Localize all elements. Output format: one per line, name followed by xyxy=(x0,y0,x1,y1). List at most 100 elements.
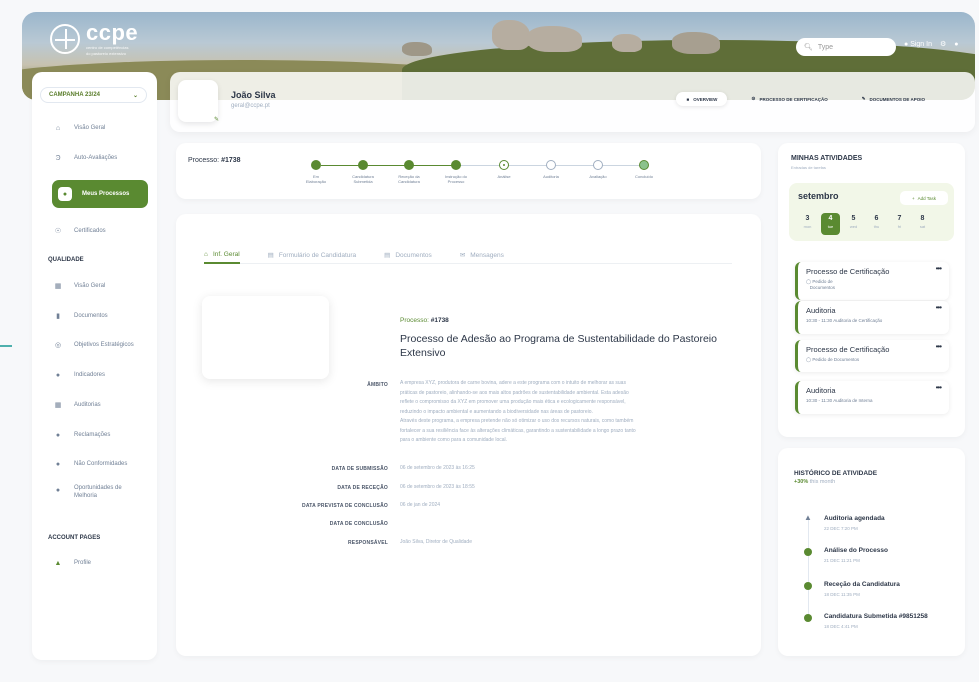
value-rececao: 06 de setembro de 2023 às 18:55 xyxy=(400,484,475,490)
sidebar-item-documentos[interactable]: ▮ Documentos xyxy=(32,309,157,323)
tab-inf-geral[interactable]: ⌂ Inf. Geral xyxy=(204,246,240,264)
activity-item[interactable]: Processo de Certificação ◯ Pedido de Doc… xyxy=(795,262,949,300)
section-account: ACCOUNT PAGES xyxy=(48,535,101,541)
process-label: Processo: #1738 xyxy=(188,157,241,164)
sidebar-item-reclamacoes[interactable]: ● Reclamações xyxy=(32,428,157,442)
edit-icon: ✎ xyxy=(214,117,220,123)
rock-shape xyxy=(612,34,642,52)
calendar-day[interactable]: 5 wed xyxy=(844,213,863,235)
label-rececao: DATA DE RECEÇÃO xyxy=(337,485,388,491)
label-prevista: DATA PREVISTA DE CONCLUSÃO xyxy=(302,503,388,509)
process-stepper: Processo: #1738 Em Elaboração Candidatura… xyxy=(176,143,761,199)
pen-icon: ✎ xyxy=(861,96,866,101)
sidebar-item-objetivos[interactable]: ◎ Objetivos Estratégicos xyxy=(32,338,157,352)
process-image xyxy=(202,296,329,379)
tab-formulario[interactable]: ▤ Formulário de Candidatura xyxy=(268,246,356,264)
add-task-button[interactable]: + Add Task xyxy=(900,191,948,205)
step: Concluído xyxy=(614,160,674,179)
more-icon[interactable]: ••• xyxy=(936,342,942,351)
profile-card: ✎ João Silva geral@ccpe.pt ■ OVERVIEW ⚙ PR… xyxy=(170,72,975,132)
calendar-month: setembro xyxy=(798,191,839,201)
tab-mensagens[interactable]: ✉ Mensagens xyxy=(460,246,504,264)
logo-text: ccpe xyxy=(86,20,139,45)
more-icon[interactable]: ••• xyxy=(936,264,942,273)
calendar-day[interactable]: 3 mon xyxy=(798,213,817,235)
detail-tabs: ⌂ Inf. Geral ▤ Formulário de Candidatura ▤… xyxy=(204,246,732,264)
activity-item[interactable]: Processo de Certificação ◯ Pedido de Doc… xyxy=(795,340,949,372)
target-icon: ◎ xyxy=(54,342,62,349)
tab-documentos[interactable]: ▤ Documentos xyxy=(384,246,432,264)
calendar: setembro + Add Task 3 mon 4 tue 5 wed 6 thu 7… xyxy=(789,183,954,241)
chevron-down-icon: ⌄ xyxy=(132,92,138,99)
avatar[interactable]: ✎ xyxy=(178,80,220,123)
sidebar-item-profile[interactable]: ▲ Profile xyxy=(32,556,157,570)
settings-icon[interactable]: ⚙ xyxy=(940,40,946,48)
activities-subtitle: Entradas de tarefas xyxy=(791,165,826,170)
timeline-dot xyxy=(804,548,812,556)
user-email: geral@ccpe.pt xyxy=(231,103,270,109)
tab-documentos-apoio[interactable]: ✎ DOCUMENTOS DE APOIO xyxy=(852,92,935,106)
home-icon: ⌂ xyxy=(55,124,61,132)
grid-icon: ▦ xyxy=(54,283,62,290)
user-name: João Silva xyxy=(231,90,276,100)
notification-icon[interactable]: ● xyxy=(954,41,958,48)
bell-icon: ▲ xyxy=(804,513,812,522)
more-icon[interactable]: ••• xyxy=(936,383,942,392)
complaint-icon: ● xyxy=(55,431,61,439)
tab-overview[interactable]: ■ OVERVIEW xyxy=(676,92,728,106)
badge-icon: ☉ xyxy=(54,228,62,235)
label-conclusao: DATA DE CONCLUSÃO xyxy=(329,521,388,527)
history-growth: +30% this month xyxy=(794,479,836,485)
warning-icon: ● xyxy=(55,460,61,468)
document-icon: ▤ xyxy=(384,252,391,259)
signin-link[interactable]: ● Sign In xyxy=(904,41,932,48)
sheep-face-icon: ● xyxy=(58,187,72,201)
value-prevista: 06 de jan de 2024 xyxy=(400,502,441,508)
calendar-day[interactable]: 6 thu xyxy=(867,213,886,235)
rock-shape xyxy=(672,32,720,54)
more-icon[interactable]: ••• xyxy=(936,303,942,312)
document-icon: ▤ xyxy=(267,252,274,259)
logo-mark-icon xyxy=(50,24,80,54)
ccpe-logo[interactable]: ccpe centro de competências do pastoreio… xyxy=(50,22,138,56)
logo-subtitle: centro de competências xyxy=(86,45,129,50)
history-card: HISTÓRICO DE ATIVIDADE +30% this month ▲… xyxy=(778,448,965,656)
calendar-day-selected[interactable]: 4 tue xyxy=(821,213,840,235)
sidebar-item-q-visao-geral[interactable]: ▦ Visão Geral xyxy=(32,279,157,293)
tag-icon: ◯ xyxy=(806,357,812,362)
gear-icon: ⚙ xyxy=(751,96,756,101)
activities-card: MINHAS ATIVIDADES Entradas de tarefas se… xyxy=(778,143,965,437)
sidebar-item-oportunidades[interactable]: ● Oportunidades de Melhoria xyxy=(32,484,157,506)
sidebar-item-nao-conformidades[interactable]: ● Não Conformidades xyxy=(32,457,157,471)
sidebar-item-meus-processos[interactable]: ● Meus Processos xyxy=(52,180,148,208)
sidebar-item-certificados[interactable]: ☉ Certificados xyxy=(32,224,157,238)
timeline-line xyxy=(808,520,809,620)
sidebar-item-auto-avaliacoes[interactable]: Ͽ Auto-Avaliações xyxy=(32,151,157,165)
label-submissao: DATA DE SUBMISSÃO xyxy=(331,466,388,472)
sidebar-item-visao-geral[interactable]: ⌂ Visão Geral xyxy=(32,121,157,135)
edge-marker xyxy=(0,345,12,347)
lightbulb-icon: ● xyxy=(55,486,61,494)
campaign-select[interactable]: CAMPANHA 23/24 ⌄ xyxy=(40,87,147,103)
sheep-icon: Ͽ xyxy=(55,154,61,162)
cube-icon: ■ xyxy=(686,96,690,102)
sidebar-item-indicadores[interactable]: ● Indicadores xyxy=(32,368,157,382)
tab-processo-certificacao[interactable]: ⚙ PROCESSO DE CERTIFICAÇÃO xyxy=(741,92,837,106)
profile-tabs: ■ OVERVIEW ⚙ PROCESSO DE CERTIFICAÇÃO ✎ DOC… xyxy=(676,92,935,106)
calendar-days: 3 mon 4 tue 5 wed 6 thu 7 fri 8 sat xyxy=(798,213,932,235)
mail-icon: ✉ xyxy=(459,252,466,259)
user-icon: ▲ xyxy=(54,559,62,567)
search-input[interactable]: 🔍︎ Type xyxy=(796,38,896,56)
activity-item[interactable]: Auditoria 10:30 - 11:30 Auditoria de Int… xyxy=(795,381,949,414)
rock-shape xyxy=(402,42,432,56)
search-icon: 🔍︎ xyxy=(804,44,813,51)
calendar-day[interactable]: 7 fri xyxy=(890,213,909,235)
process-number: Processo: #1738 xyxy=(400,317,449,324)
activity-item[interactable]: Auditoria 10:30 - 11:30 Auditoria de Cer… xyxy=(795,301,949,334)
sidebar-item-auditorias[interactable]: ▦ Auditorias xyxy=(32,398,157,412)
calendar-day[interactable]: 8 sat xyxy=(913,213,932,235)
value-responsavel: João Silva, Diretor de Qualidade xyxy=(400,539,472,545)
history-title: HISTÓRICO DE ATIVIDADE xyxy=(794,470,878,477)
section-quality: QUALIDADE xyxy=(48,257,84,263)
timeline-dot xyxy=(804,614,812,622)
